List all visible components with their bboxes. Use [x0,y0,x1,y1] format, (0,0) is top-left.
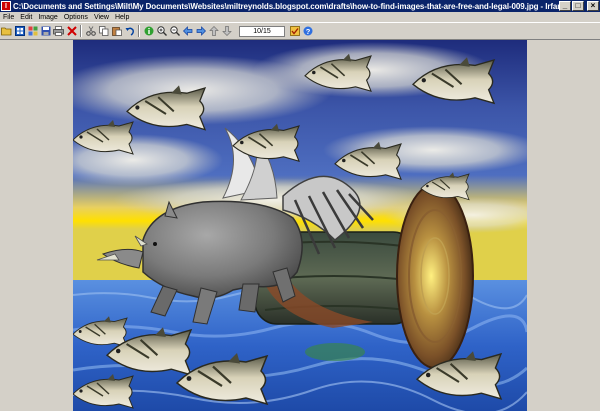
print-icon[interactable] [53,26,64,37]
delete-icon[interactable] [66,26,77,37]
title-bar[interactable]: I C:\Documents and Settings\Milt\My Docu… [0,0,600,12]
menu-help[interactable]: Help [112,14,132,21]
image-viewport[interactable] [0,40,600,411]
copy-icon[interactable] [98,26,109,37]
close-button[interactable]: × [587,1,599,11]
prev-icon[interactable] [182,26,193,37]
thumbnails-icon[interactable] [14,26,25,37]
window-title: C:\Documents and Settings\Milt\My Docume… [13,1,568,11]
menu-image[interactable]: Image [35,14,60,21]
slideshow-icon[interactable] [27,26,38,37]
toolbar: 10/15 ? [0,22,600,40]
save-icon[interactable] [40,26,51,37]
displayed-image [73,40,527,411]
zoom-out-icon[interactable] [169,26,180,37]
menu-view[interactable]: View [91,14,112,21]
cut-icon[interactable] [85,26,96,37]
menu-bar: File Edit Image Options View Help [0,12,600,22]
first-icon[interactable] [208,26,219,37]
help-icon[interactable]: ? [302,26,313,37]
paste-icon[interactable] [111,26,122,37]
menu-file[interactable]: File [0,14,17,21]
info-icon[interactable] [143,26,154,37]
undo-icon[interactable] [124,26,135,37]
zoom-in-icon[interactable] [156,26,167,37]
last-icon[interactable] [221,26,232,37]
toolbar-separator [138,25,140,37]
minimize-button[interactable]: _ [559,1,571,11]
menu-options[interactable]: Options [61,14,91,21]
svg-text:?: ? [305,27,310,36]
next-icon[interactable] [195,26,206,37]
menu-edit[interactable]: Edit [17,14,35,21]
options-icon[interactable] [289,26,300,37]
irfanview-window: I C:\Documents and Settings\Milt\My Docu… [0,0,600,411]
irfanview-icon: I [1,1,11,11]
toolbar-separator [80,25,82,37]
maximize-button[interactable]: □ [572,1,584,11]
open-folder-icon[interactable] [1,26,12,37]
page-counter: 10/15 [239,25,285,37]
